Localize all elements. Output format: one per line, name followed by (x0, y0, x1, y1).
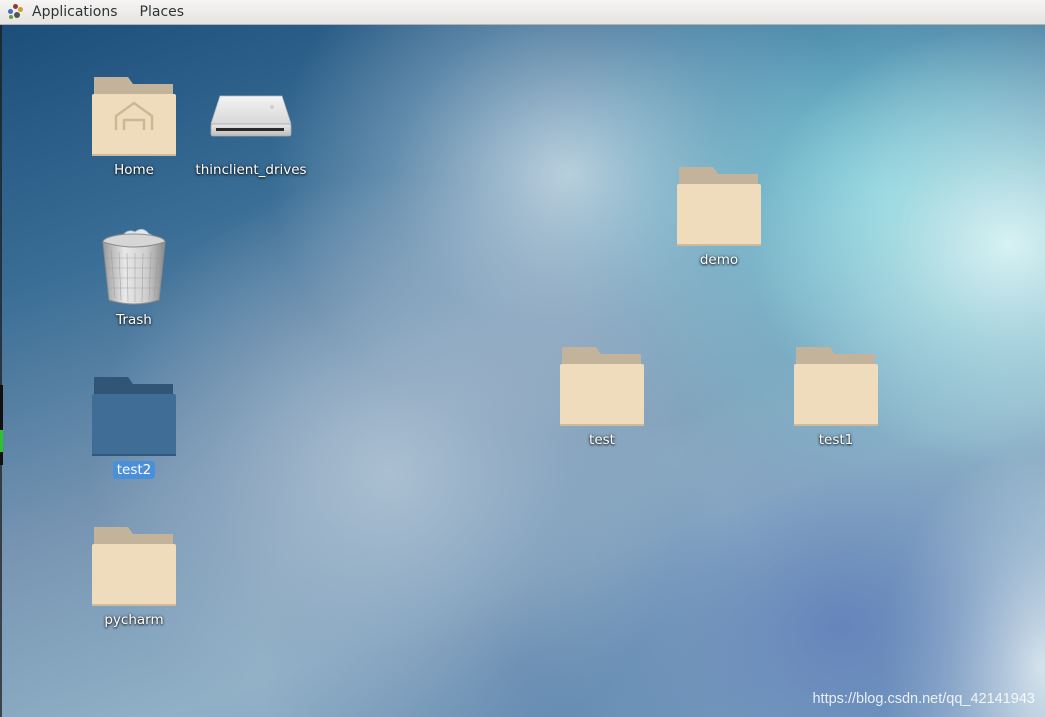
desktop-icon-test2[interactable]: test2 (79, 372, 189, 479)
window-edge-dark (0, 385, 3, 465)
icon-label: test (589, 432, 615, 448)
desktop-icon-pycharm[interactable]: pycharm (79, 522, 189, 629)
desktop-icon-home[interactable]: Home (79, 72, 189, 179)
places-menu[interactable]: Places (132, 0, 193, 25)
folder-icon (559, 342, 645, 428)
folder-icon (676, 162, 762, 248)
icon-label: demo (699, 252, 739, 268)
watermark: https://blog.csdn.net/qq_42141943 (812, 691, 1035, 707)
desktop-icon-demo[interactable]: demo (664, 162, 774, 269)
desktop-icon-thinclient-drives[interactable]: thinclient_drives (195, 72, 307, 179)
icon-label: test2 (112, 461, 156, 479)
icon-label: pycharm (104, 612, 164, 628)
trash-icon (91, 222, 177, 308)
desktop-icon-trash[interactable]: Trash (79, 222, 189, 329)
folder-icon (91, 522, 177, 608)
applications-menu[interactable]: Applications (0, 0, 126, 25)
icon-label: Home (114, 162, 154, 178)
drive-icon (208, 72, 294, 158)
window-edge-indicator (0, 430, 3, 452)
places-label: Places (139, 4, 185, 20)
folder-icon (793, 342, 879, 428)
icon-label: thinclient_drives (195, 162, 307, 178)
window-edge (0, 25, 2, 717)
icon-label: Trash (116, 312, 152, 328)
applications-label: Applications (32, 4, 118, 20)
top-panel: Applications Places (0, 0, 1045, 25)
icon-label: test1 (818, 432, 854, 448)
folder-icon (91, 372, 177, 458)
home-folder-icon (91, 72, 177, 158)
gnome-foot-icon (8, 4, 24, 20)
desktop-icon-test1[interactable]: test1 (781, 342, 891, 449)
desktop-icon-test[interactable]: test (547, 342, 657, 449)
